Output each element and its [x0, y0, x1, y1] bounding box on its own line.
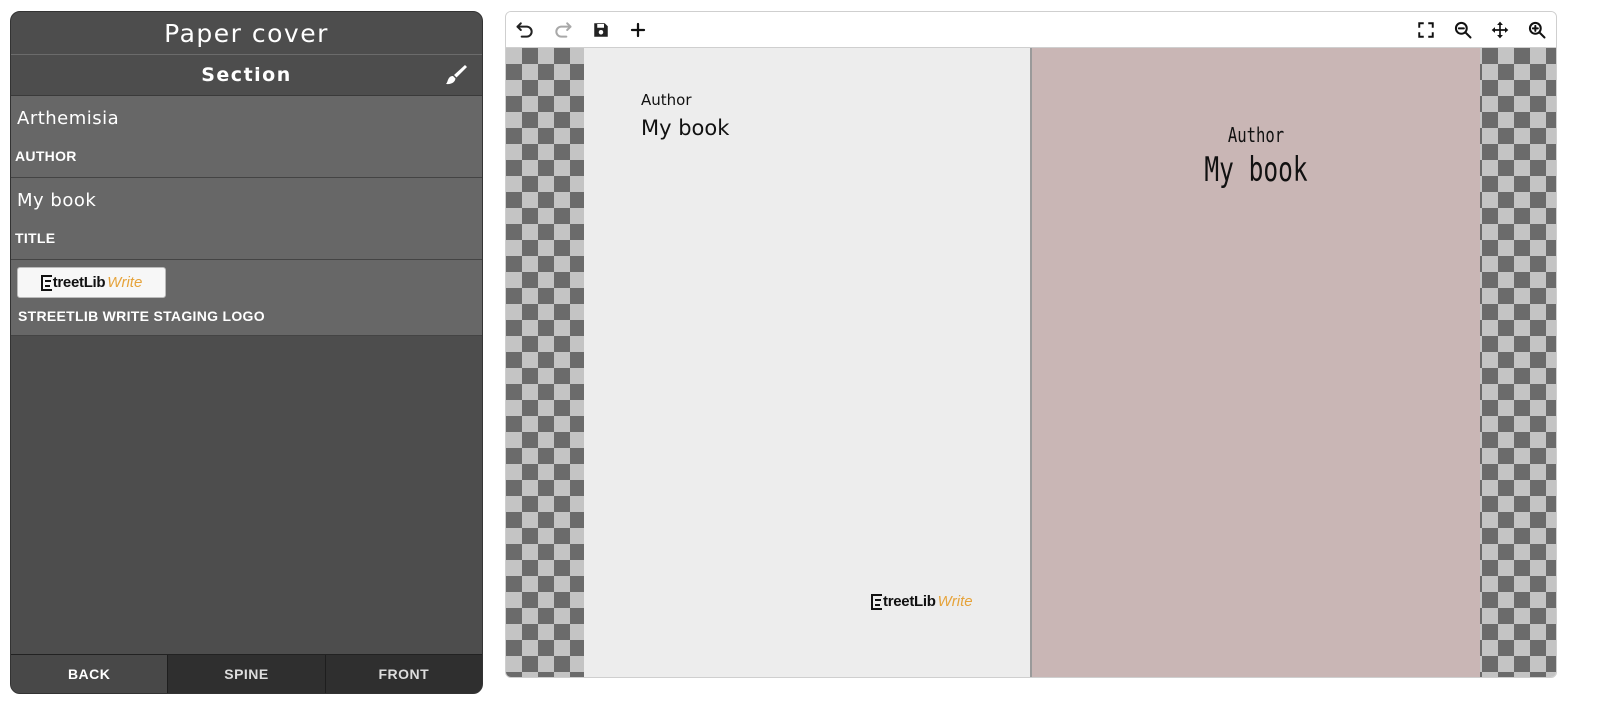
zoom-out-icon[interactable]: [1451, 18, 1475, 42]
section-title: Section: [201, 64, 292, 86]
section-bar: Section: [11, 55, 482, 96]
streetlib-logo-icon: [871, 593, 882, 610]
save-icon[interactable]: [589, 18, 613, 42]
streetlib-logo: treetLib Write: [40, 274, 143, 291]
tab-front[interactable]: FRONT: [325, 655, 482, 693]
back-cover-logo[interactable]: treetLib Write: [871, 593, 973, 610]
logo-text-write: Write: [107, 274, 143, 291]
logo-field-group: treetLib Write STREETLIB WRITE STAGING L…: [11, 260, 482, 336]
front-cover[interactable]: Author My book: [1032, 48, 1480, 677]
cover-settings-panel: Paper cover Section AUTHOR TITLE treetLi…: [10, 11, 483, 694]
logo-label: STREETLIB WRITE STAGING LOGO: [18, 308, 265, 324]
back-cover[interactable]: Author My book treetLib Write: [584, 48, 1030, 677]
editor-toolbar: [506, 12, 1556, 48]
author-input[interactable]: [17, 104, 472, 132]
logo-select-button[interactable]: treetLib Write: [17, 267, 166, 298]
streetlib-logo-icon: [40, 274, 52, 291]
front-cover-title[interactable]: My book: [1095, 150, 1418, 190]
logo-text-street: treetLib: [883, 593, 936, 610]
brush-icon[interactable]: [444, 63, 468, 87]
title-input[interactable]: [17, 186, 472, 214]
panel-header: Paper cover: [11, 12, 482, 55]
undo-icon[interactable]: [513, 18, 537, 42]
title-label: TITLE: [15, 230, 56, 246]
logo-text-write: Write: [937, 593, 973, 610]
move-icon[interactable]: [1488, 18, 1512, 42]
front-cover-author[interactable]: Author: [1081, 123, 1430, 147]
tab-back[interactable]: BACK: [11, 655, 169, 693]
back-cover-title[interactable]: My book: [641, 116, 729, 140]
panel-title: Paper cover: [164, 18, 329, 48]
cover-editor: Author My book treetLib Write Author My …: [505, 11, 1557, 678]
redo-icon[interactable]: [551, 18, 575, 42]
author-field-group: AUTHOR: [11, 96, 482, 178]
cover-part-tabs: BACK SPINE FRONT: [11, 654, 482, 693]
back-cover-author[interactable]: Author: [641, 91, 692, 109]
cover-canvas[interactable]: Author My book treetLib Write Author My …: [506, 48, 1556, 677]
logo-text-street: treetLib: [52, 274, 106, 291]
tab-spine[interactable]: SPINE: [168, 655, 326, 693]
title-field-group: TITLE: [11, 178, 482, 260]
fullscreen-icon[interactable]: [1414, 18, 1438, 42]
zoom-in-icon[interactable]: [1525, 18, 1549, 42]
author-label: AUTHOR: [15, 148, 77, 164]
plus-icon[interactable]: [626, 18, 650, 42]
